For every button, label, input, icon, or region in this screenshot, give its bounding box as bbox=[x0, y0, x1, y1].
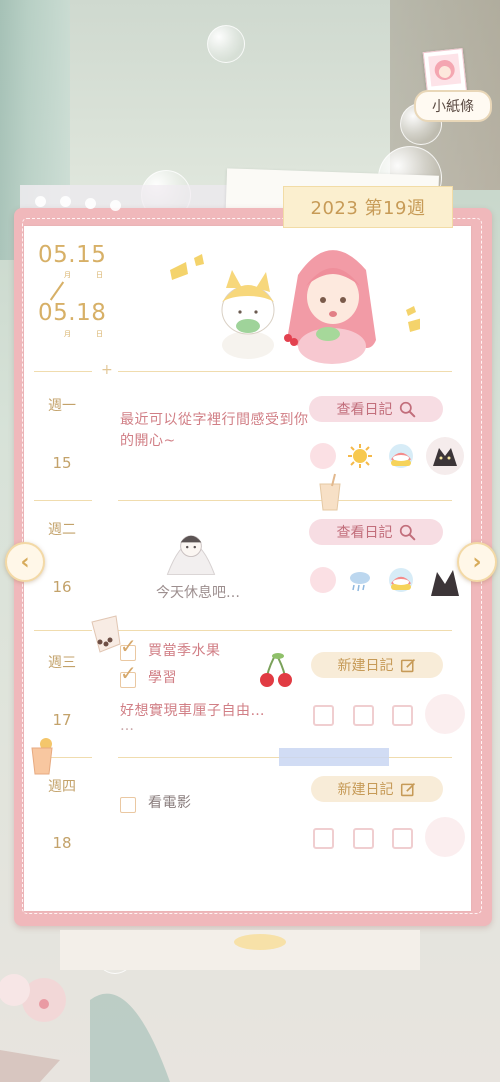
new-diary-button[interactable]: 新建日記 bbox=[311, 652, 443, 678]
resting-character-icon bbox=[166, 535, 216, 575]
new-diary-button[interactable]: 新建日記 bbox=[311, 776, 443, 802]
binding-hole bbox=[85, 198, 96, 209]
section-divider bbox=[118, 371, 452, 372]
binding-hole bbox=[110, 200, 121, 211]
end-month-label: 月 bbox=[64, 330, 71, 338]
empty-mood-slot bbox=[313, 705, 334, 726]
day-date: 15 bbox=[52, 454, 72, 472]
start-date: 05.15 bbox=[38, 242, 107, 268]
empty-mood-slot bbox=[392, 828, 413, 849]
smile-face-icon bbox=[310, 443, 336, 469]
binding-hole bbox=[60, 196, 71, 207]
todo-label: 學習 bbox=[148, 670, 177, 686]
smile-face-icon bbox=[310, 567, 336, 593]
juice-decoration bbox=[31, 738, 53, 775]
chevron-left-icon: ‹ bbox=[20, 549, 30, 575]
week-title: 2023 第19週 bbox=[310, 198, 426, 219]
edit-icon bbox=[400, 658, 415, 672]
empty-mood-circle bbox=[425, 817, 465, 857]
start-month-label: 月 bbox=[64, 271, 71, 279]
search-icon bbox=[399, 524, 415, 540]
start-day-label: 日 bbox=[96, 271, 103, 279]
todo-label: 看電影 bbox=[148, 795, 192, 811]
day-name: 週三 bbox=[48, 655, 76, 671]
rain-cloud-icon bbox=[350, 572, 370, 592]
day-name: 週四 bbox=[48, 779, 76, 795]
divider-plus-icon: + bbox=[101, 362, 113, 378]
cherry-icon bbox=[260, 653, 292, 687]
washi-tape-decoration bbox=[279, 748, 389, 766]
empty-mood-slot bbox=[353, 705, 374, 726]
rainbow-weather-icon bbox=[389, 568, 413, 592]
empty-mood-slot bbox=[353, 828, 374, 849]
note-button[interactable]: 小紙條 bbox=[414, 90, 492, 122]
end-date: 05.18 bbox=[38, 300, 107, 326]
section-divider bbox=[118, 500, 452, 501]
day-name: 週二 bbox=[48, 522, 76, 538]
day-name: 週一 bbox=[48, 398, 76, 414]
day-date: 18 bbox=[52, 834, 72, 852]
empty-mood-slot bbox=[313, 828, 334, 849]
section-divider bbox=[118, 630, 452, 631]
checkmark-icon: ✓ bbox=[120, 661, 137, 685]
week-title-tab: 2023 第19週 bbox=[283, 186, 453, 228]
date-range: 05.15 月 日 05.18 月 日 bbox=[38, 240, 118, 350]
next-week-button[interactable]: › bbox=[457, 542, 497, 582]
diary-entry-text: 好想實現車厘子自由… bbox=[120, 703, 265, 719]
day-date: 17 bbox=[52, 711, 72, 729]
bubble-decoration bbox=[207, 25, 245, 63]
section-divider bbox=[34, 500, 92, 501]
edit-icon bbox=[400, 782, 415, 796]
section-divider bbox=[34, 630, 92, 631]
view-diary-label: 查看日記 bbox=[336, 525, 393, 541]
diary-entry-text: 最近可以從字裡行間感受到你的開心~ bbox=[120, 412, 309, 449]
view-diary-button[interactable]: 查看日記 bbox=[309, 396, 443, 422]
chevron-right-icon: › bbox=[472, 549, 482, 575]
rest-day-text: 今天休息吧… bbox=[156, 585, 240, 601]
end-day-label: 日 bbox=[96, 330, 103, 338]
todo-checkbox[interactable] bbox=[120, 797, 136, 813]
empty-mood-circle bbox=[425, 694, 465, 734]
search-icon bbox=[399, 401, 415, 417]
view-diary-button[interactable]: 查看日記 bbox=[309, 519, 443, 545]
binding-hole bbox=[35, 196, 46, 207]
new-diary-label: 新建日記 bbox=[337, 782, 394, 798]
day-date: 16 bbox=[52, 578, 72, 596]
black-cat-icon bbox=[426, 437, 464, 475]
section-divider bbox=[34, 371, 92, 372]
note-button-label: 小紙條 bbox=[432, 99, 474, 115]
empty-mood-slot bbox=[392, 705, 413, 726]
bottom-scene-decoration bbox=[0, 930, 420, 1082]
drink-cup-decoration bbox=[319, 473, 341, 511]
todo-label: 買當季水果 bbox=[148, 643, 221, 659]
rainbow-weather-icon bbox=[389, 444, 413, 468]
sun-icon bbox=[348, 444, 372, 468]
diary-entry-text-more: … bbox=[120, 718, 135, 734]
characters-illustration bbox=[170, 250, 420, 364]
new-diary-label: 新建日記 bbox=[337, 658, 394, 674]
view-diary-label: 查看日記 bbox=[336, 402, 393, 418]
checkmark-icon: ✓ bbox=[120, 634, 137, 658]
previous-week-button[interactable]: ‹ bbox=[5, 542, 45, 582]
